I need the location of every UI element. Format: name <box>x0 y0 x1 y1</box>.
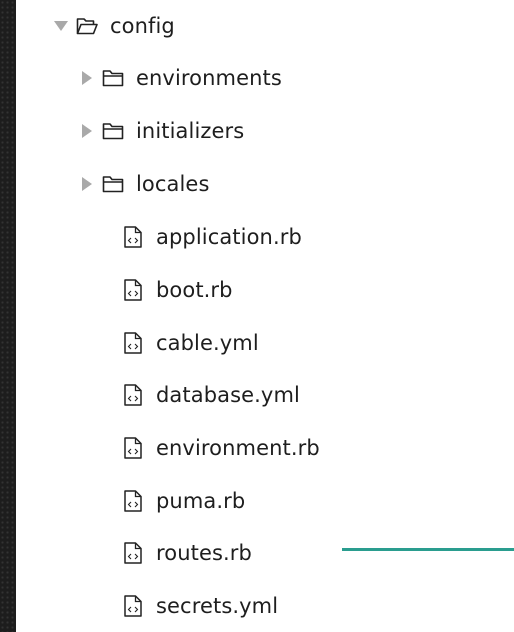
code-file-icon <box>122 384 144 406</box>
code-file-icon <box>122 226 144 248</box>
tree-item-label: application.rb <box>156 225 302 249</box>
tree-item-label: puma.rb <box>156 489 246 513</box>
folder-icon <box>102 173 124 195</box>
tree-item-label: config <box>110 14 175 38</box>
tree-item-environments[interactable]: environments <box>78 52 282 104</box>
caret-down-icon[interactable] <box>52 16 70 36</box>
tree-item-label: environment.rb <box>156 436 320 460</box>
caret-right-icon[interactable] <box>78 121 96 141</box>
annotation-pointer-line <box>342 548 514 551</box>
tree-item-label: cable.yml <box>156 331 259 355</box>
code-file-icon <box>122 279 144 301</box>
tree-item-file[interactable]: database.yml <box>122 369 300 421</box>
tree-item-label: secrets.yml <box>156 594 279 618</box>
code-file-icon <box>122 332 144 354</box>
tree-item-file[interactable]: application.rb <box>122 211 302 263</box>
code-file-icon <box>122 490 144 512</box>
tree-item-file[interactable]: boot.rb <box>122 264 233 316</box>
caret-right-icon[interactable] <box>78 68 96 88</box>
file-tree-panel: config environments initializers locales… <box>16 0 514 632</box>
folder-icon <box>102 67 124 89</box>
tree-item-label: routes.rb <box>156 541 252 565</box>
tree-item-label: initializers <box>136 119 245 143</box>
tree-item-file[interactable]: routes.rb <box>122 527 252 579</box>
tree-item-label: boot.rb <box>156 278 233 302</box>
tree-item-config[interactable]: config <box>52 0 175 52</box>
tree-item-initializers[interactable]: initializers <box>78 105 244 157</box>
folder-open-icon <box>76 15 98 37</box>
code-file-icon <box>122 542 144 564</box>
caret-right-icon[interactable] <box>78 174 96 194</box>
folder-icon <box>102 120 124 142</box>
tree-item-label: locales <box>136 172 210 196</box>
tree-item-label: environments <box>136 66 282 90</box>
tree-item-locales[interactable]: locales <box>78 158 210 210</box>
tree-item-file[interactable]: cable.yml <box>122 317 259 369</box>
code-file-icon <box>122 437 144 459</box>
tree-item-label: database.yml <box>156 383 300 407</box>
tree-item-file[interactable]: secrets.yml <box>122 580 278 632</box>
tree-item-file[interactable]: puma.rb <box>122 475 245 527</box>
tree-item-file[interactable]: environment.rb <box>122 422 320 474</box>
code-file-icon <box>122 595 144 617</box>
